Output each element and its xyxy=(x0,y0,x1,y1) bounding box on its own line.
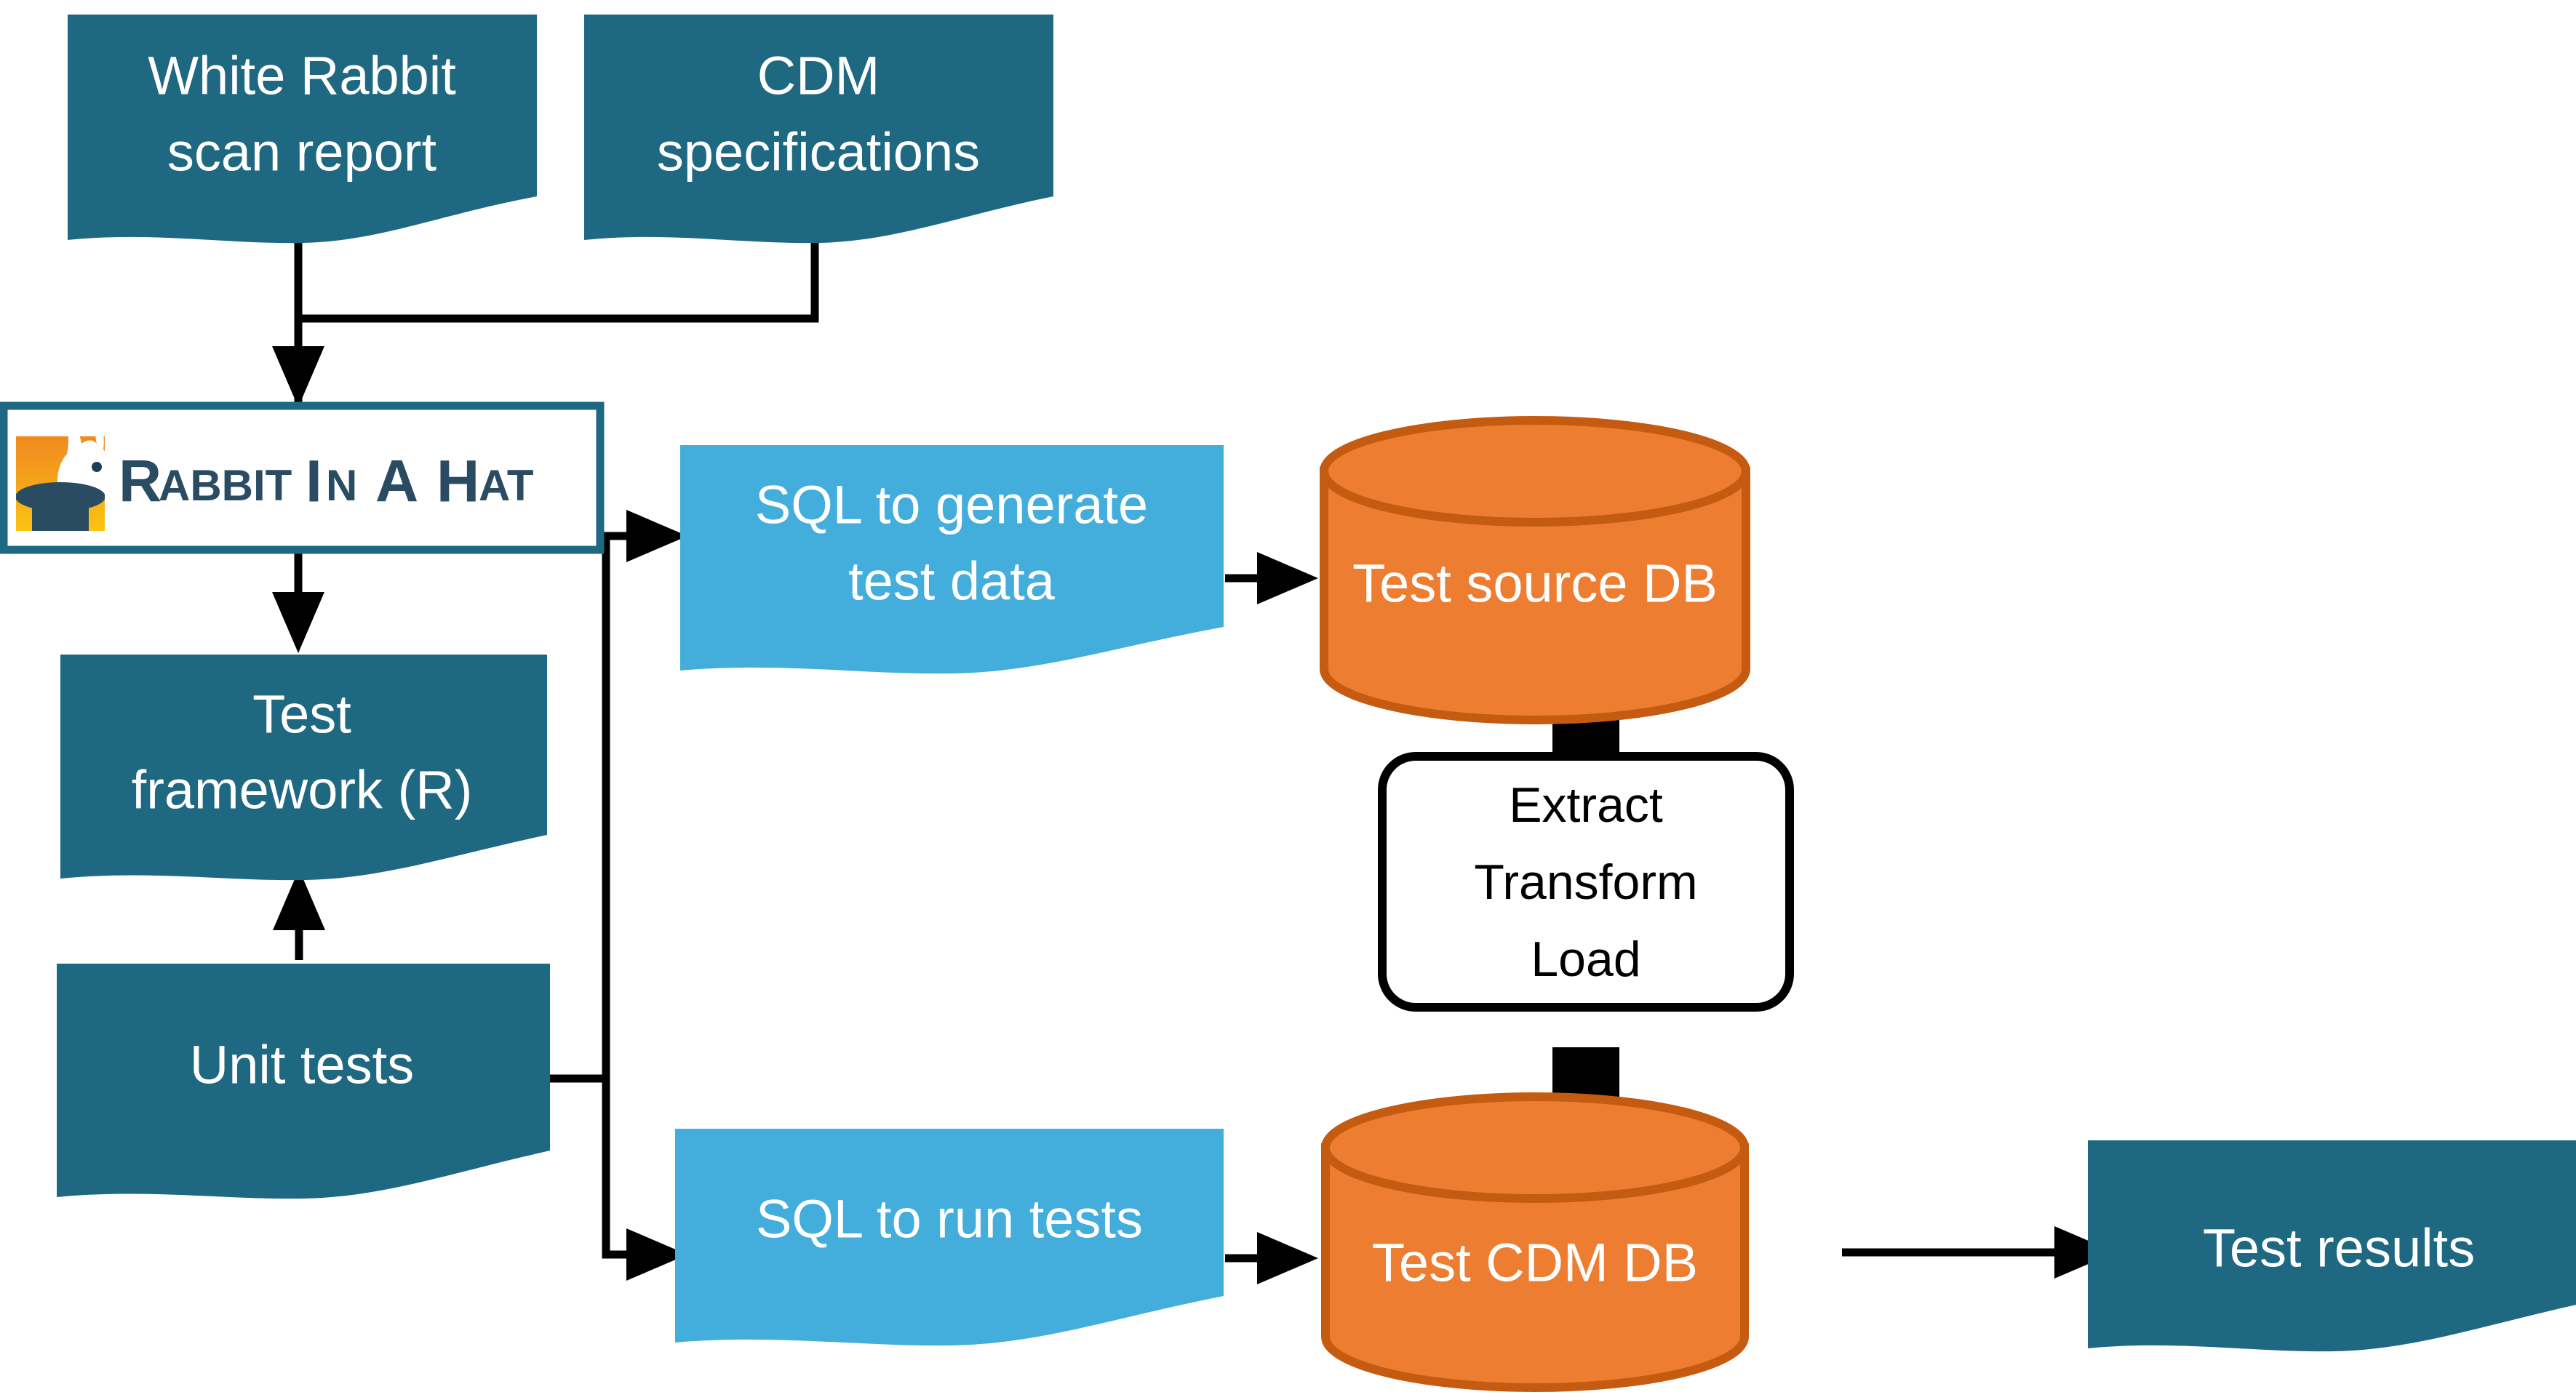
sql-generate-test-data-label-line2: test data xyxy=(848,551,1056,612)
cdm-specifications-label-line1: CDM xyxy=(757,46,880,106)
white-rabbit-scan-report-label-line1: White Rabbit xyxy=(148,46,456,106)
unit-tests-label: Unit tests xyxy=(190,1035,414,1095)
test-source-db-top xyxy=(1320,416,1750,527)
node-test-framework[interactable]: Test framework (R) xyxy=(60,655,547,881)
test-framework-label-line2: framework (R) xyxy=(132,760,473,820)
node-sql-run-tests[interactable]: SQL to run tests xyxy=(675,1129,1224,1346)
connector-trunk-to-sql-generate xyxy=(602,532,658,1079)
sql-run-tests-label: SQL to run tests xyxy=(756,1189,1143,1249)
arrowhead-to-sql-generate xyxy=(626,510,687,562)
white-rabbit-scan-report-label-line2: scan report xyxy=(167,122,437,183)
node-test-results[interactable]: Test results xyxy=(2088,1140,2576,1352)
test-cdm-db-label: Test CDM DB xyxy=(1372,1233,1698,1293)
arrowhead-to-cdm-db xyxy=(1257,1232,1318,1284)
svg-text:I: I xyxy=(306,449,322,515)
arrowhead-to-test-framework xyxy=(272,592,324,653)
node-cdm-specifications[interactable]: CDM specifications xyxy=(584,15,1053,244)
cdm-specifications-label-line2: specifications xyxy=(657,122,980,183)
test-results-label: Test results xyxy=(2203,1218,2475,1279)
svg-text:AT: AT xyxy=(479,461,534,510)
connector-cdm-spec-to-riah xyxy=(298,241,819,323)
test-source-db-label: Test source DB xyxy=(1352,553,1718,614)
svg-text:N: N xyxy=(326,461,357,510)
arrowhead-to-riah xyxy=(272,346,324,407)
connector-trunk-to-sql-run xyxy=(602,1079,658,1259)
svg-text:H: H xyxy=(436,449,479,515)
flow-diagram: White Rabbit scan report CDM specificati… xyxy=(0,15,2576,1392)
arrowhead-to-source-db xyxy=(1257,552,1318,604)
test-framework-label-line1: Test xyxy=(252,684,351,745)
svg-text:R: R xyxy=(119,449,162,515)
node-sql-generate-test-data[interactable]: SQL to generate test data xyxy=(680,445,1224,674)
etl-process-label-line3: Load xyxy=(1531,932,1640,987)
svg-text:ABBIT: ABBIT xyxy=(159,461,292,510)
test-cdm-db-top xyxy=(1321,1092,1749,1203)
node-test-cdm-db[interactable]: Test CDM DB xyxy=(1321,1092,1749,1392)
rabbit-in-hat-logo-icon xyxy=(16,436,105,531)
diagram-canvas: White Rabbit scan report CDM specificati… xyxy=(0,0,2576,1400)
svg-text:A: A xyxy=(375,449,418,515)
node-test-source-db[interactable]: Test source DB xyxy=(1320,416,1750,724)
node-etl-process[interactable]: Extract Transform Load xyxy=(1378,752,1794,1012)
etl-process-label-line2: Transform xyxy=(1474,855,1697,910)
node-white-rabbit-scan-report[interactable]: White Rabbit scan report xyxy=(68,15,537,244)
sql-generate-test-data-label-line1: SQL to generate xyxy=(755,475,1148,535)
node-unit-tests[interactable]: Unit tests xyxy=(57,964,550,1199)
etl-process-label-line1: Extract xyxy=(1509,777,1663,833)
